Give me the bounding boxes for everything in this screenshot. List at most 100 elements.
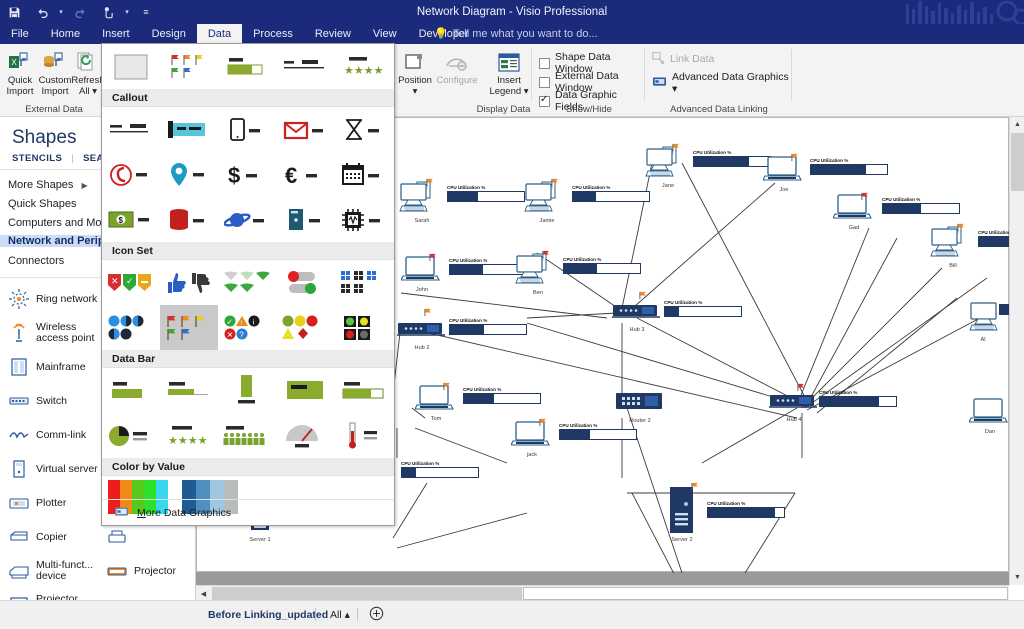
tab-view[interactable]: View <box>362 24 408 44</box>
vertical-scroll-thumb[interactable] <box>1011 133 1024 191</box>
node-jane[interactable]: Jane <box>645 146 691 182</box>
more-data-graphics-button[interactable]: More Data Graphics <box>102 499 394 525</box>
gallery-item-map-pin-callout[interactable] <box>160 152 218 197</box>
shape-item-virtual-server[interactable]: Virtual server <box>0 452 98 486</box>
gallery-item-planet-callout[interactable] <box>218 197 276 242</box>
node-ben[interactable]: Ben <box>515 253 561 289</box>
checkbox-box[interactable] <box>539 58 550 69</box>
stencil-quick-shapes[interactable]: Quick Shapes <box>8 198 76 210</box>
group-separator <box>644 49 645 101</box>
gallery-item-cyan-box-callout[interactable] <box>160 107 218 152</box>
gallery-item-bar-vertical[interactable] <box>218 368 276 413</box>
tab-insert[interactable]: Insert <box>91 24 141 44</box>
gallery-section-data-bar: Data Bar <box>102 350 394 368</box>
gallery-item-star-rating-bar[interactable]: ★★★★ <box>160 413 218 458</box>
tab-file[interactable]: File <box>0 24 40 44</box>
tab-process[interactable]: Process <box>242 24 304 44</box>
shape-item-wireless-access-point[interactable]: Wireless access point <box>0 316 98 350</box>
gallery-item-bar-thin[interactable] <box>160 368 218 413</box>
gallery-item-flags-set[interactable] <box>160 305 218 350</box>
node-dan[interactable]: Dan <box>969 398 1011 428</box>
configure-label: Configure <box>436 75 477 86</box>
horizontal-scroll-thumb[interactable] <box>212 587 522 600</box>
node-server2[interactable]: Server 2 <box>669 486 695 536</box>
gallery-item-check-warning-set[interactable]: ✓ ! i ✕ ? <box>218 305 276 350</box>
data-graphics-gallery[interactable]: ★★★★ Callout <box>101 43 395 526</box>
gallery-item-dollar-callout[interactable]: $ <box>218 152 276 197</box>
gallery-item-chip-callout[interactable] <box>334 197 392 242</box>
tab-home[interactable]: Home <box>40 24 91 44</box>
scroll-down-icon[interactable]: ▼ <box>1010 570 1024 585</box>
gallery-item-wifi-set[interactable] <box>218 260 276 305</box>
gallery-item-calendar-callout[interactable] <box>334 152 392 197</box>
node-hub2[interactable]: Hub 2 <box>397 322 447 338</box>
gallery-item-data-bar-green[interactable] <box>218 44 276 89</box>
gallery-item-phone-callout[interactable] <box>218 107 276 152</box>
tab-stencils[interactable]: STENCILS <box>12 153 62 164</box>
gallery-item-star-rating[interactable]: ★★★★ <box>334 44 392 89</box>
gallery-item-bar-progress[interactable] <box>102 368 160 413</box>
link-data-button[interactable]: Link Data <box>652 51 714 67</box>
gallery-item-euro-callout[interactable]: € <box>276 152 334 197</box>
shape-item-multifunction-device[interactable]: Multi-funct... device <box>0 554 98 588</box>
gallery-item-gauge-bar[interactable] <box>276 413 334 458</box>
gallery-item-bar-outline[interactable] <box>334 368 392 413</box>
tab-review[interactable]: Review <box>304 24 362 44</box>
gallery-item-flags-text-icon[interactable] <box>160 44 218 89</box>
tab-data[interactable]: Data <box>197 24 242 44</box>
gallery-item-money-note-callout[interactable]: $ <box>102 197 160 242</box>
page-tab[interactable]: Before Linking_updated <box>208 609 328 621</box>
stencil-more-shapes[interactable]: More Shapes▶ <box>8 179 88 191</box>
gallery-item-pie-progress-set[interactable] <box>102 305 160 350</box>
node-router2[interactable]: Router 2 <box>615 392 665 412</box>
scroll-left-icon[interactable]: ◀ <box>196 586 211 601</box>
gallery-item-pie-chart-bar[interactable] <box>102 413 160 458</box>
gallery-item-phone-circle-callout[interactable] <box>102 152 160 197</box>
gallery-item-traffic-toggle-set[interactable] <box>276 260 334 305</box>
shape-item-ring-network[interactable]: Ring network <box>0 282 98 316</box>
position-label-1: Position <box>398 75 432 86</box>
node-bill[interactable]: Bill <box>930 226 976 262</box>
all-pages-button[interactable]: All ▴ <box>330 609 350 621</box>
gallery-item-text-callout[interactable] <box>276 44 334 89</box>
node-jamie[interactable]: Jamie <box>524 181 570 217</box>
shape-item-mainframe[interactable]: Mainframe <box>0 350 98 384</box>
gallery-item-database-callout[interactable] <box>160 197 218 242</box>
node-hub3[interactable]: Hub 3 <box>612 304 662 320</box>
gallery-item-circles-shapes-set[interactable] <box>276 305 334 350</box>
insert-legend-button[interactable]: Insert Legend ▾ <box>487 48 531 97</box>
scroll-up-icon[interactable]: ▲ <box>1010 117 1024 132</box>
gallery-item-envelope-callout[interactable] <box>276 107 334 152</box>
shape-item-comm-link[interactable]: Comm-link <box>0 418 98 452</box>
gallery-item-people-bar[interactable] <box>218 413 276 458</box>
shape-item-copier[interactable]: Copier <box>0 520 98 554</box>
quick-import-button[interactable]: X Quick Import <box>2 48 38 97</box>
horizontal-scroll-track[interactable] <box>523 587 1008 600</box>
gallery-item-bar-block[interactable] <box>276 368 334 413</box>
shape-item-projector[interactable]: Projector <box>98 554 196 588</box>
advanced-data-graphics-button[interactable]: Advanced Data Graphics ▾ <box>652 71 792 95</box>
tab-design[interactable]: Design <box>141 24 197 44</box>
gallery-item-traffic-light-set[interactable] <box>334 305 392 350</box>
gallery-item-line-callout[interactable] <box>102 107 160 152</box>
node-hub4[interactable]: Hub 4 <box>769 394 819 410</box>
tell-me-search[interactable]: 💡Tell me what you want to do... <box>434 24 598 44</box>
horizontal-scrollbar[interactable]: ◀ <box>196 585 1009 600</box>
configure-button[interactable]: Configure <box>433 48 481 87</box>
add-page-icon[interactable] <box>369 606 384 621</box>
vertical-scrollbar[interactable]: ▲ ▼ <box>1009 117 1024 585</box>
custom-import-button[interactable]: Custom Import <box>37 48 73 97</box>
gallery-item-shield-set[interactable]: ✕ ✓ <box>102 260 160 305</box>
stencil-connectors[interactable]: Connectors <box>8 255 64 267</box>
gallery-item-hourglass-callout[interactable] <box>334 107 392 152</box>
position-button[interactable]: Position ▾ <box>397 48 433 97</box>
node-sarah[interactable]: Sarah <box>399 181 445 217</box>
shape-item-plotter[interactable]: Plotter <box>0 486 98 520</box>
gallery-item-squares-set[interactable] <box>334 260 392 305</box>
gallery-item-tower-callout[interactable] <box>276 197 334 242</box>
gallery-item-thermometer-bar[interactable] <box>334 413 392 458</box>
gallery-item-thumbs-set[interactable] <box>160 260 218 305</box>
gallery-item-blank-graphic[interactable] <box>102 44 160 89</box>
shape-item-switch[interactable]: Switch <box>0 384 98 418</box>
checkbox-box[interactable] <box>539 77 550 88</box>
